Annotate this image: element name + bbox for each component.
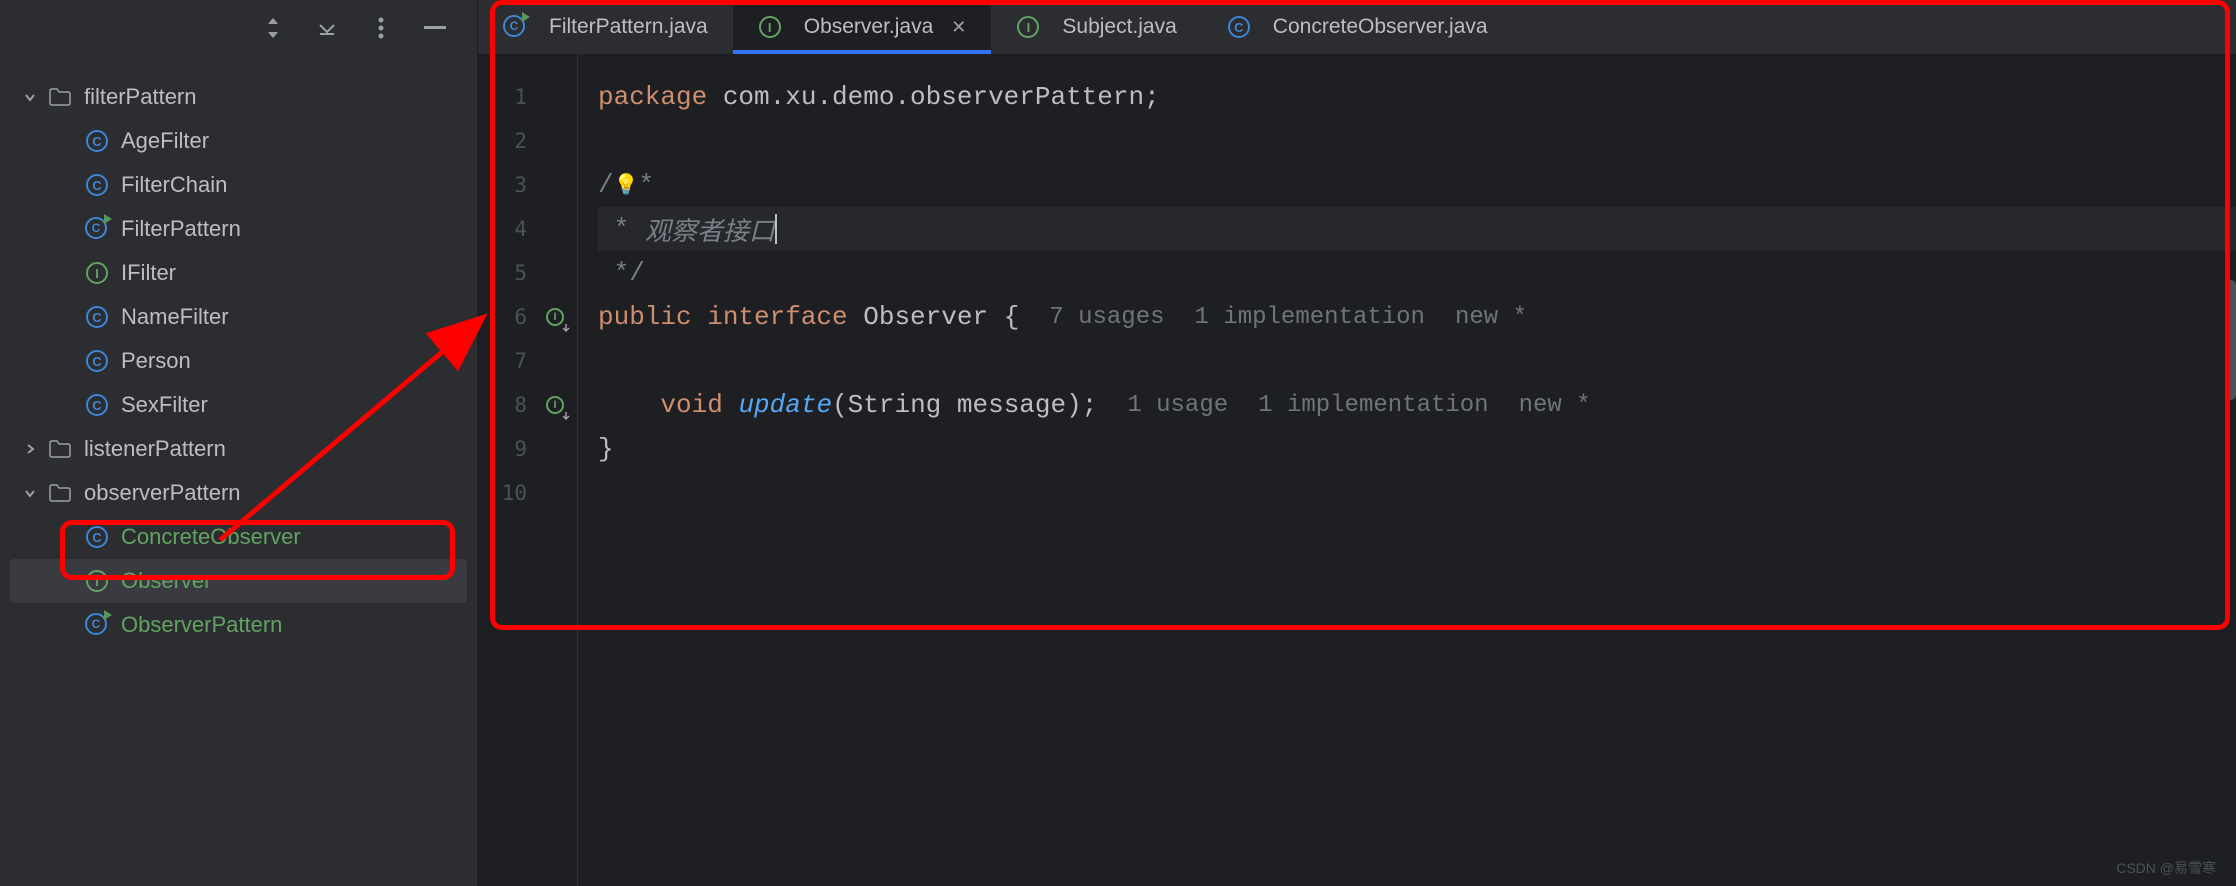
tree-folder-filterPattern[interactable]: filterPattern	[0, 75, 477, 119]
inlay-hint[interactable]: new *	[1519, 392, 1591, 419]
gutter: 123456I78I910	[478, 55, 578, 886]
tab-Subject.java[interactable]: I Subject.java	[991, 0, 1201, 54]
code-line[interactable]: /💡*	[598, 163, 2236, 207]
tree-item-FilterPattern[interactable]: C FilterPattern	[0, 207, 477, 251]
line-number: 9	[478, 427, 577, 471]
project-tree: filterPattern C AgeFilter C FilterChain C Filt…	[0, 55, 477, 886]
line-number: 2	[478, 119, 577, 163]
tab-Observer.java[interactable]: I Observer.java ✕	[733, 0, 992, 54]
tree-label: SexFilter	[121, 392, 208, 418]
tree-item-IFilter[interactable]: I IFilter	[0, 251, 477, 295]
tree-item-SexFilter[interactable]: C SexFilter	[0, 383, 477, 427]
tree-item-FilterChain[interactable]: C FilterChain	[0, 163, 477, 207]
tree-label: filterPattern	[84, 84, 197, 110]
tree-label: IFilter	[121, 260, 176, 286]
code-line[interactable]: void update(String message);1 usage1 imp…	[598, 383, 2236, 427]
project-sidebar: filterPattern C AgeFilter C FilterChain C Filt…	[0, 0, 478, 886]
editor-tabs: C FilterPattern.java I Observer.java ✕ I Subje…	[478, 0, 2236, 55]
tree-label: observerPattern	[84, 480, 241, 506]
inlay-hint[interactable]: new *	[1455, 304, 1527, 331]
tree-label: ConcreteObserver	[121, 524, 301, 550]
inlay-hint[interactable]: 1 implementation	[1195, 304, 1425, 331]
tree-item-Observer[interactable]: I Observer	[10, 559, 467, 603]
sidebar-toolbar	[0, 0, 477, 55]
folder-icon	[48, 481, 72, 505]
tab-FilterPattern.java[interactable]: C FilterPattern.java	[478, 0, 733, 54]
tree-item-ConcreteObserver[interactable]: C ConcreteObserver	[0, 515, 477, 559]
expand-collapse-icon[interactable]	[261, 16, 285, 40]
code-line[interactable]: package com.xu.demo.observerPattern;	[598, 75, 2236, 119]
text-cursor	[775, 214, 777, 244]
code-line[interactable]	[598, 471, 2236, 515]
editor-area: C FilterPattern.java I Observer.java ✕ I Subje…	[478, 0, 2236, 886]
line-number: 6I	[478, 295, 577, 339]
line-number: 1	[478, 75, 577, 119]
tree-item-NameFilter[interactable]: C NameFilter	[0, 295, 477, 339]
class-icon: C	[85, 525, 109, 549]
close-icon[interactable]: ✕	[951, 17, 966, 38]
interface-icon: I	[85, 569, 109, 593]
code-line[interactable]	[598, 339, 2236, 383]
tab-label: ConcreteObserver.java	[1273, 15, 1488, 39]
chevron-icon[interactable]	[20, 439, 40, 459]
chevron-icon[interactable]	[20, 87, 40, 107]
tree-folder-observerPattern[interactable]: observerPattern	[0, 471, 477, 515]
runnable-icon: C	[503, 15, 527, 39]
code-line[interactable]: }	[598, 427, 2236, 471]
inlay-hint[interactable]: 1 implementation	[1258, 392, 1488, 419]
inlay-hint[interactable]: 7 usages	[1049, 304, 1164, 331]
line-number: 3	[478, 163, 577, 207]
class-icon: C	[85, 129, 109, 153]
interface-icon: I	[758, 15, 782, 39]
folder-icon	[48, 85, 72, 109]
tree-label: FilterChain	[121, 172, 227, 198]
tree-label: FilterPattern	[121, 216, 241, 242]
tree-item-AgeFilter[interactable]: C AgeFilter	[0, 119, 477, 163]
interface-icon: I	[85, 261, 109, 285]
line-number: 10	[478, 471, 577, 515]
tree-label: ObserverPattern	[121, 612, 282, 638]
line-number: 8I	[478, 383, 577, 427]
tree-item-ObserverPattern[interactable]: C ObserverPattern	[0, 603, 477, 647]
line-number: 5	[478, 251, 577, 295]
inlay-hint[interactable]: 1 usage	[1127, 392, 1228, 419]
tree-label: NameFilter	[121, 304, 229, 330]
watermark: CSDN @易雪寒	[2116, 858, 2216, 878]
folder-icon	[48, 437, 72, 461]
tree-label: Person	[121, 348, 191, 374]
tab-label: FilterPattern.java	[549, 15, 708, 39]
tree-label: Observer	[121, 568, 211, 594]
tab-label: Subject.java	[1062, 15, 1176, 39]
editor-body: 123456I78I910 package com.xu.demo.observ…	[478, 55, 2236, 886]
runnable-icon: C	[85, 613, 109, 637]
code-area[interactable]: package com.xu.demo.observerPattern;/💡* …	[578, 55, 2236, 886]
code-line[interactable]: * 观察者接口	[598, 207, 2236, 251]
chevron-icon[interactable]	[20, 483, 40, 503]
collapse-all-icon[interactable]	[315, 16, 339, 40]
tree-item-Person[interactable]: C Person	[0, 339, 477, 383]
line-number: 7	[478, 339, 577, 383]
tree-folder-listenerPattern[interactable]: listenerPattern	[0, 427, 477, 471]
tree-label: AgeFilter	[121, 128, 209, 154]
class-icon: C	[85, 393, 109, 417]
class-icon: C	[85, 305, 109, 329]
code-line[interactable]	[598, 119, 2236, 163]
tab-label: Observer.java	[804, 15, 934, 39]
minimize-icon[interactable]	[423, 16, 447, 40]
runnable-icon: C	[85, 217, 109, 241]
code-line[interactable]: public interface Observer {7 usages1 imp…	[598, 295, 2236, 339]
line-number: 4	[478, 207, 577, 251]
class-icon: C	[1227, 15, 1251, 39]
tab-ConcreteObserver.java[interactable]: C ConcreteObserver.java	[1202, 0, 1513, 54]
interface-icon: I	[1016, 15, 1040, 39]
class-icon: C	[85, 173, 109, 197]
implementation-icon[interactable]: I	[541, 303, 569, 331]
tree-label: listenerPattern	[84, 436, 226, 462]
more-icon[interactable]	[369, 16, 393, 40]
class-icon: C	[85, 349, 109, 373]
implementation-icon[interactable]: I	[541, 391, 569, 419]
code-line[interactable]: */	[598, 251, 2236, 295]
